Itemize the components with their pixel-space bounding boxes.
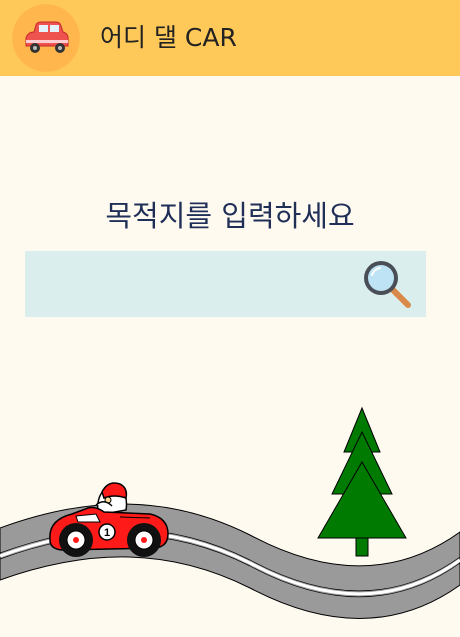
road-scene: 1 xyxy=(0,400,460,633)
search-button[interactable] xyxy=(360,257,416,313)
race-car-icon: 1 xyxy=(49,482,169,557)
destination-prompt: 목적지를 입력하세요 xyxy=(105,199,355,233)
search-box xyxy=(25,251,426,317)
search-input[interactable] xyxy=(25,251,345,317)
app-title: 어디 댈 CAR xyxy=(100,23,237,52)
magnifier-icon xyxy=(364,261,411,308)
car-number: 1 xyxy=(104,527,110,539)
pine-tree-icon xyxy=(317,406,407,557)
car-logo-icon[interactable] xyxy=(12,4,80,72)
app-header: 어디 댈 CAR xyxy=(0,0,460,76)
